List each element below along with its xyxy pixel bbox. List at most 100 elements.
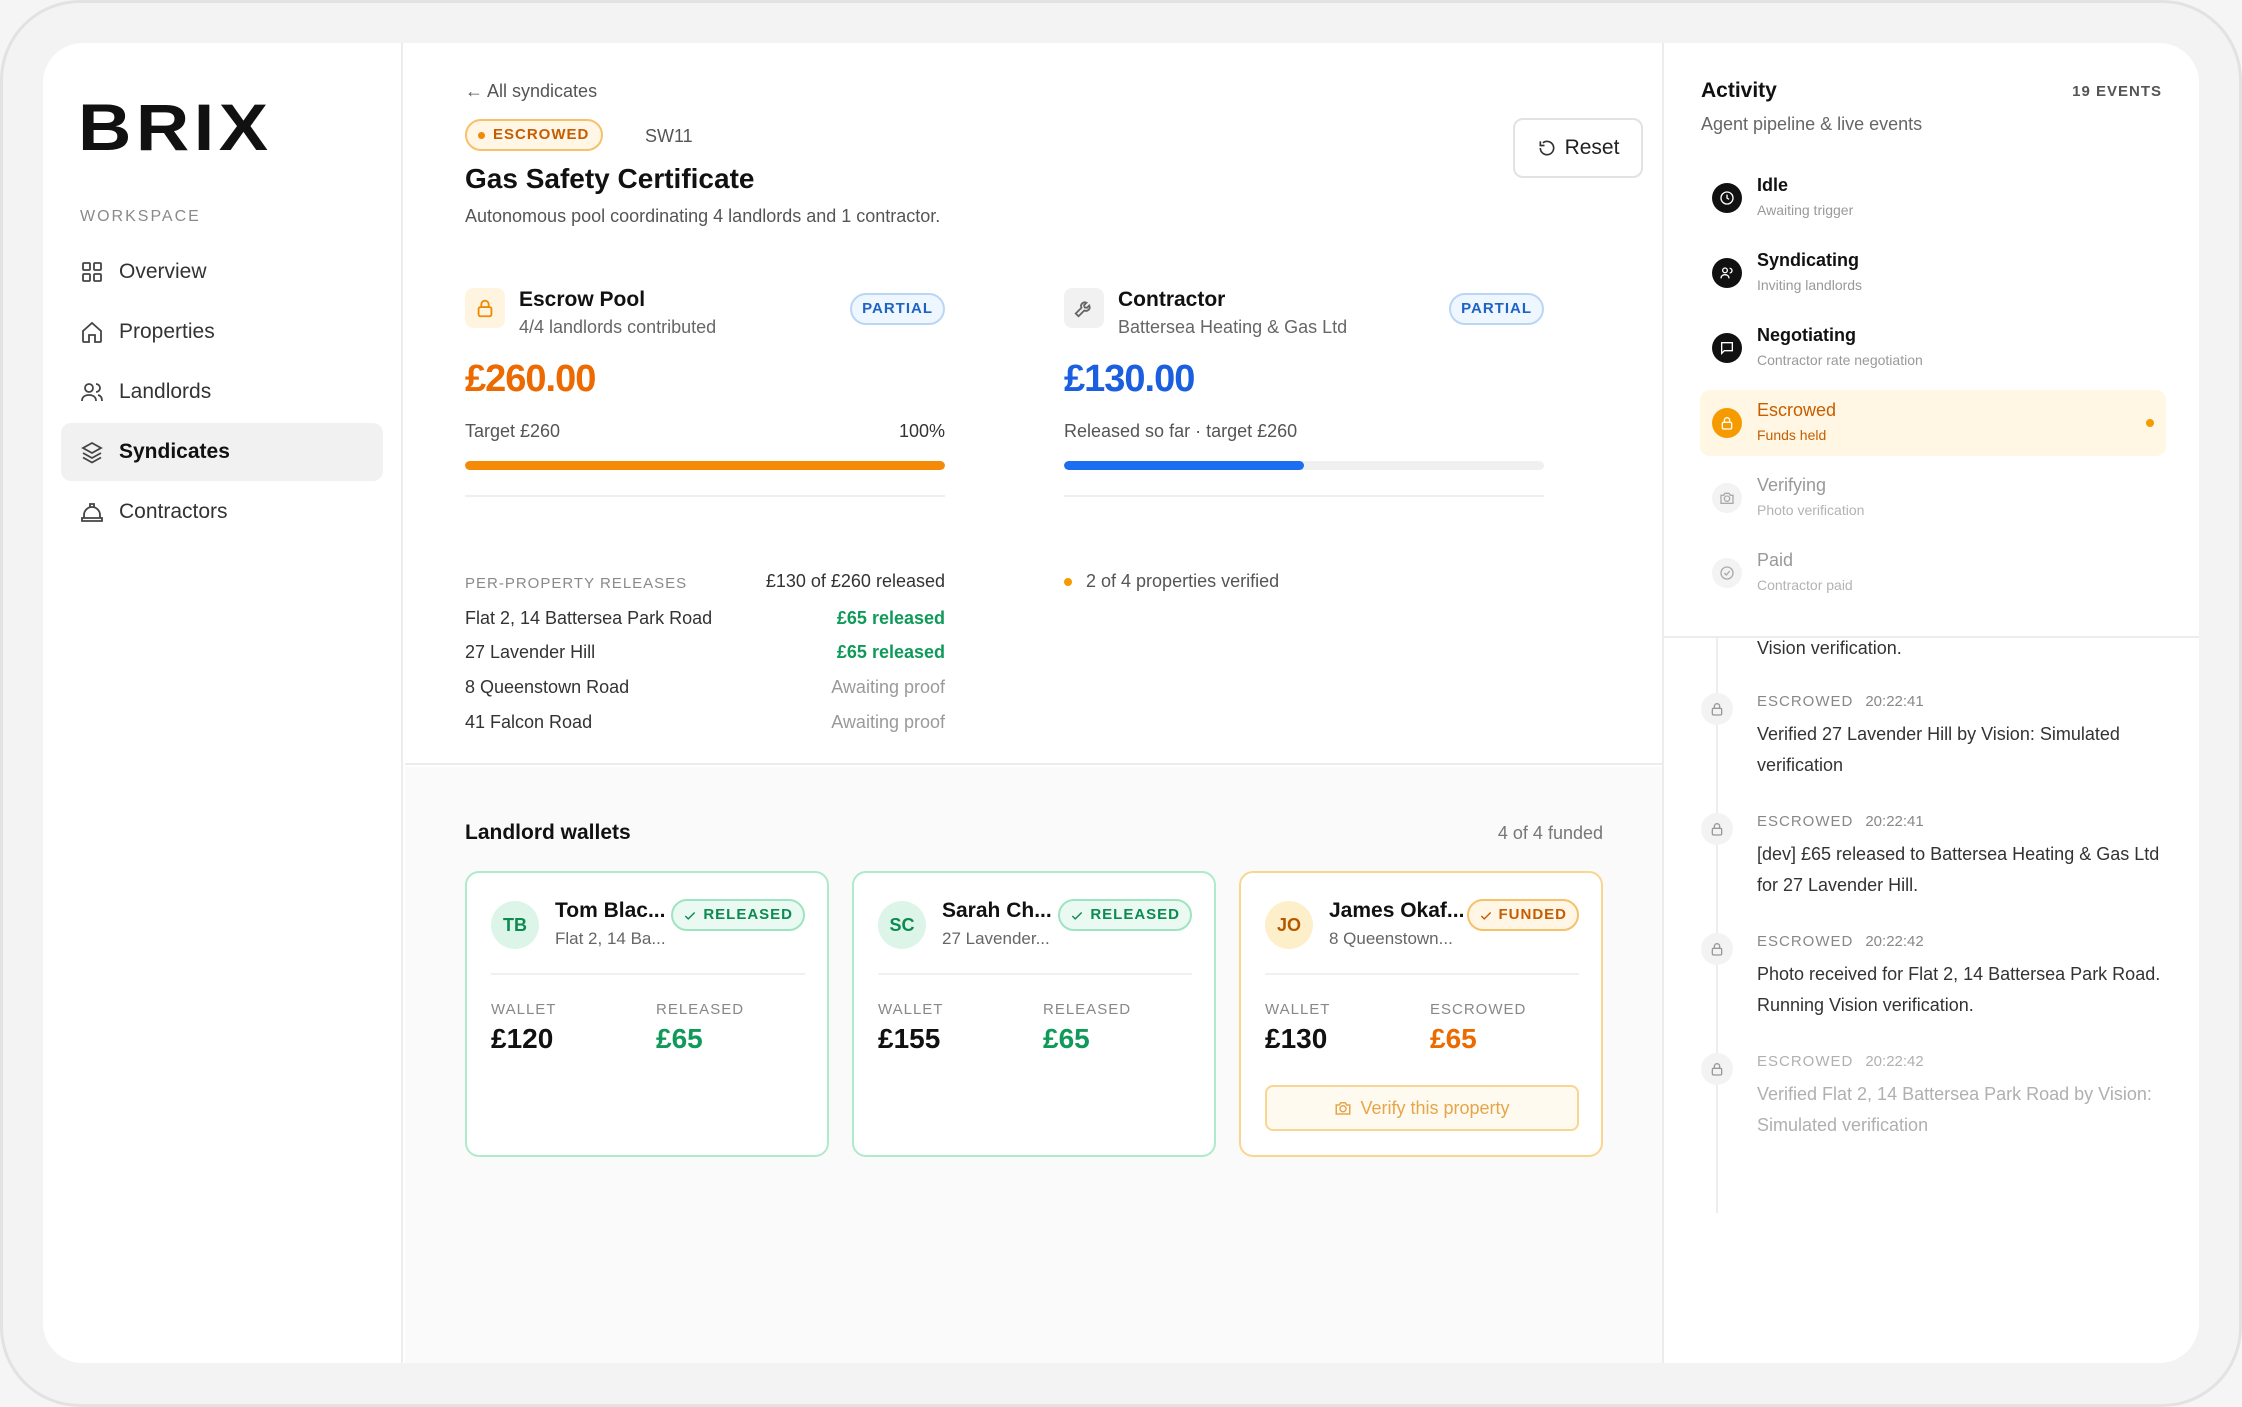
released-value: £65	[1043, 1023, 1090, 1054]
sidebar-item-syndicates[interactable]: Syndicates	[61, 423, 383, 481]
release-row: 41 Falcon Road Awaiting proof	[465, 712, 945, 742]
released-label: RELEASED	[1043, 1001, 1132, 1018]
wallet-label: WALLET	[491, 1001, 557, 1018]
main-content: ← All syndicates ESCROWED SW11 Gas Safet…	[405, 43, 1662, 1363]
release-row: 8 Queenstown Road Awaiting proof	[465, 677, 945, 707]
landlord-name: Sarah Ch...	[942, 899, 1052, 922]
stage-name: Syndicating	[1757, 250, 1860, 270]
landlord-address: 27 Lavender...	[942, 929, 1050, 948]
wallet-value: £120	[491, 1023, 554, 1054]
sidebar-item-landlords[interactable]: Landlords	[61, 363, 383, 421]
verified-status: 2 of 4 properties verified	[1064, 571, 1279, 592]
divider	[1064, 495, 1544, 497]
release-row: Flat 2, 14 Battersea Park Road £65 relea…	[465, 608, 945, 638]
event-text: Verified 27 Lavender Hill by Vision: Sim…	[1757, 724, 2120, 775]
stage-desc: Funds held	[1757, 427, 1827, 443]
event-time: 20:22:41	[1865, 693, 1924, 710]
clock-icon	[1712, 183, 1742, 213]
reset-button-label: Reset	[1564, 136, 1620, 159]
syndicate-overview: ← All syndicates ESCROWED SW11 Gas Safet…	[405, 43, 1662, 765]
wrench-icon	[1064, 288, 1104, 328]
event-text: Photo received for Flat 2, 14 Battersea …	[1757, 964, 2161, 1015]
hardhat-icon	[81, 503, 103, 522]
stage-name: Paid	[1757, 550, 1794, 570]
stage-syndicating: Syndicating Inviting landlords	[1700, 240, 2166, 306]
active-indicator	[2146, 419, 2154, 427]
stage-desc: Photo verification	[1757, 502, 1865, 518]
stage-name: Idle	[1757, 175, 1789, 195]
wallet-value: £155	[878, 1023, 941, 1054]
landlord-name: James Okaf...	[1329, 899, 1465, 922]
activity-title: Activity	[1701, 79, 1777, 102]
landlord-wallets-section: Landlord wallets 4 of 4 funded TB Tom Bl…	[405, 767, 1662, 1363]
event-time: 20:22:41	[1865, 813, 1924, 830]
sidebar-item-label: Syndicates	[119, 440, 230, 463]
divider	[1265, 973, 1579, 975]
sidebar-nav: Overview Properties Landlords Syndicates…	[61, 243, 383, 543]
stage-name: Verifying	[1757, 475, 1827, 495]
landlord-address: 8 Queenstown...	[1329, 929, 1453, 948]
stage-escrowed: Escrowed Funds held	[1700, 390, 2166, 456]
section-title: Landlord wallets	[465, 821, 631, 844]
stage-paid: Paid Contractor paid	[1700, 540, 2166, 606]
wallet-label: WALLET	[878, 1001, 944, 1018]
stage-desc: Contractor rate negotiation	[1757, 352, 1923, 368]
releases-label: PER-PROPERTY RELEASES	[465, 575, 688, 592]
wallet-card[interactable]: SC Sarah Ch... 27 Lavender... RELEASED W…	[852, 871, 1216, 1157]
stage-verifying: Verifying Photo verification	[1700, 465, 2166, 531]
event-text: Verified Flat 2, 14 Battersea Park Road …	[1757, 1084, 2152, 1135]
sidebar-item-label: Overview	[119, 260, 207, 283]
release-status: £65 released	[836, 642, 945, 662]
divider	[491, 973, 805, 975]
event-feed: Vision verification. ESCROWED 20:22:41 Ve…	[1664, 638, 2199, 1213]
back-link[interactable]: ← All syndicates	[465, 81, 597, 102]
contractor-amount: £130.00	[1064, 358, 1195, 400]
stage-name: Negotiating	[1757, 325, 1856, 345]
wallet-card[interactable]: TB Tom Blac... Flat 2, 14 Ba... RELEASED…	[465, 871, 829, 1157]
app-window: BRIX WORKSPACE Overview Properties Landl…	[43, 43, 2199, 1363]
brand-logo[interactable]: BRIX	[78, 89, 273, 165]
wallet-card[interactable]: JO James Okaf... 8 Queenstown... FUNDED …	[1239, 871, 1603, 1157]
escrowed-value: £65	[1430, 1023, 1477, 1054]
page-title: Gas Safety Certificate	[465, 163, 755, 194]
sidebar-item-overview[interactable]: Overview	[61, 243, 383, 301]
partial-badge: PARTIAL	[1449, 293, 1544, 325]
stage-name: Escrowed	[1757, 400, 1837, 420]
avatar: JO	[1265, 901, 1313, 949]
camera-icon	[1712, 483, 1742, 513]
sidebar-item-properties[interactable]: Properties	[61, 303, 383, 361]
partial-badge: PARTIAL	[850, 293, 945, 325]
event-tag: ESCROWED	[1757, 693, 1854, 710]
reset-button[interactable]: Reset	[1513, 118, 1643, 178]
camera-icon	[1335, 1102, 1351, 1115]
stage-desc: Inviting landlords	[1757, 277, 1863, 293]
verify-property-button[interactable]: Verify this property	[1265, 1085, 1579, 1131]
sidebar-item-contractors[interactable]: Contractors	[61, 483, 383, 541]
wallet-label: WALLET	[1265, 1001, 1331, 1018]
reset-icon	[1539, 140, 1555, 156]
event-tag: ESCROWED	[1757, 1053, 1854, 1070]
escrow-progress-fill	[465, 461, 945, 470]
lock-icon	[1701, 813, 1733, 845]
users-icon	[81, 383, 103, 402]
release-status: £65 released	[836, 608, 945, 628]
release-row: 27 Lavender Hill £65 released	[465, 642, 945, 672]
badge-label: FUNDED	[1498, 906, 1567, 923]
lock-icon	[465, 288, 505, 328]
page-subtitle: Autonomous pool coordinating 4 landlords…	[465, 206, 941, 226]
stage-negotiating: Negotiating Contractor rate negotiation	[1700, 315, 2166, 381]
event-meta: ESCROWED 20:22:42	[1757, 1053, 1924, 1070]
check-icon	[1480, 912, 1491, 920]
event-text: Vision verification.	[1757, 638, 1902, 658]
event-time: 20:22:42	[1865, 1053, 1924, 1070]
event-text: [dev] £65 released to Battersea Heating …	[1757, 844, 2160, 895]
released-badge: RELEASED	[671, 899, 805, 931]
event-tag: ESCROWED	[1757, 813, 1854, 830]
escrow-amount: £260.00	[465, 358, 596, 400]
event-meta: ESCROWED 20:22:42	[1757, 933, 1924, 950]
funded-badge: FUNDED	[1466, 899, 1579, 931]
avatar: SC	[878, 901, 926, 949]
stage-desc: Awaiting trigger	[1757, 202, 1854, 218]
message-icon	[1712, 333, 1742, 363]
contractor-progress-fill	[1064, 461, 1304, 470]
